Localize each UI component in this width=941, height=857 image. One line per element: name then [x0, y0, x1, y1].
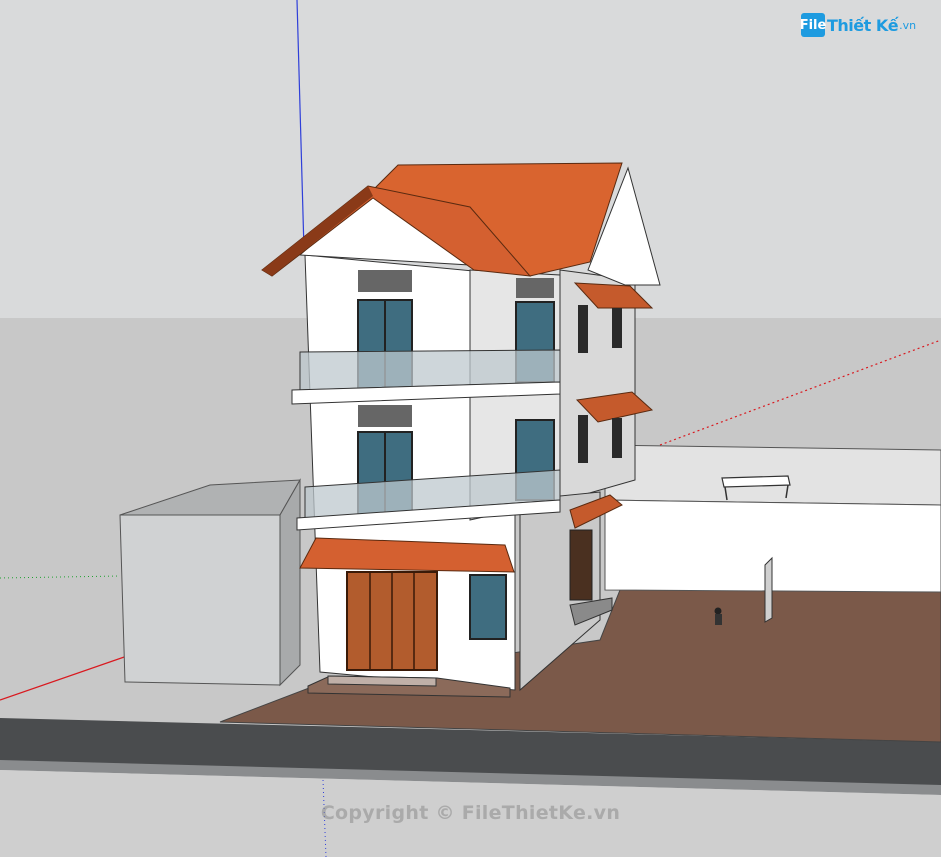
person-figure-icon — [714, 607, 722, 625]
filethietke-logo-icon: File Thiết Kế .vn — [800, 12, 917, 38]
window-ground — [469, 574, 507, 640]
boundary-wall-top — [604, 444, 941, 506]
neighbour-block-front — [119, 514, 281, 686]
scene-canvas[interactable] — [0, 0, 941, 857]
neighbour-block-side — [279, 478, 301, 687]
side-window-mid-2 — [612, 418, 622, 458]
entrance-step-top — [327, 675, 437, 687]
side-door — [569, 529, 593, 601]
boundary-wall-front — [604, 499, 941, 593]
logo-mark: File — [800, 13, 826, 37]
side-window-upper — [578, 305, 588, 353]
side-window-upper-2 — [612, 308, 622, 348]
window-grille-top — [358, 270, 412, 292]
logo-text: Thiết Kế — [827, 15, 899, 35]
model-viewport[interactable]: File Thiết Kế .vn Copyright © FileThietK… — [0, 0, 941, 857]
window-grille-mid — [516, 278, 554, 298]
sign-post — [764, 556, 773, 623]
side-window-mid — [578, 415, 588, 463]
logo-suffix: .vn — [899, 18, 917, 32]
window-grille-middle — [358, 405, 412, 427]
